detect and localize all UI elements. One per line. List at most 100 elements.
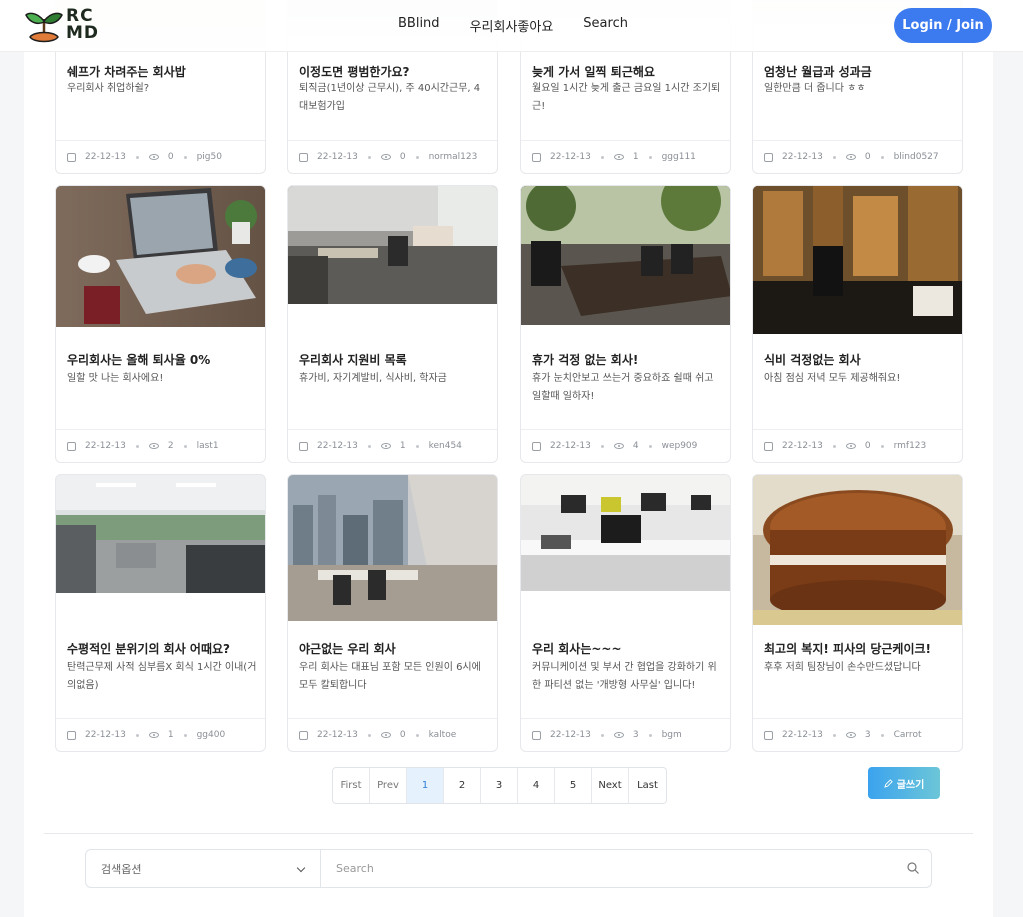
post-views: 1	[399, 441, 406, 451]
post-meta: 22-12-13 4 wep909	[521, 429, 730, 462]
post-description: 아침 점심 저녁 모두 제공해줘요!	[764, 373, 901, 384]
logo[interactable]: RC MD	[24, 4, 110, 46]
post-meta: 22-12-13 3 Carrot	[753, 718, 962, 751]
post-card[interactable]: 식비 걱정없는 회사 아침 점심 저녁 모두 제공해줘요! 22-12-13 0…	[752, 185, 963, 463]
post-author: ken454	[428, 441, 462, 451]
post-card[interactable]: 휴가 걱정 없는 회사! 휴가 눈치안보고 쓰는거 중요하죠 쉴때 쉬고 일할때…	[520, 185, 731, 463]
post-views: 4	[632, 441, 639, 451]
post-views: 1	[632, 152, 639, 162]
search-option-select[interactable]: 검색옵션	[86, 850, 321, 887]
eye-icon	[380, 154, 391, 160]
post-description: 휴가 눈치안보고 쓰는거 중요하죠 쉴때 쉬고 일할때 일하자!	[532, 373, 714, 402]
post-title: 우리회사 지원비 목록	[299, 353, 407, 367]
post-date: 22-12-13	[782, 730, 823, 740]
post-meta: 22-12-13 1 ggg111	[521, 140, 730, 173]
login-join-button[interactable]: Login / Join	[894, 8, 992, 43]
page-4[interactable]: 4	[518, 768, 555, 803]
post-card[interactable]: 우리회사 지원비 목록 휴가비, 자기계발비, 식사비, 학자금 22-12-1…	[287, 185, 498, 463]
post-card[interactable]: 우리 회사는~~~ 커뮤니케이션 및 부서 간 협업을 강화하기 위한 파티션 …	[520, 474, 731, 752]
post-date: 22-12-13	[317, 730, 358, 740]
page-last[interactable]: Last	[629, 768, 666, 803]
post-date: 22-12-13	[782, 152, 823, 162]
calendar-icon	[764, 441, 773, 451]
calendar-icon	[532, 441, 541, 451]
post-meta: 22-12-13 0 blind0527	[753, 140, 962, 173]
eye-icon	[148, 732, 159, 738]
post-author: bgm	[661, 730, 682, 740]
post-card[interactable]: 야근없는 우리 회사 우리 회사는 대표님 포함 모든 인원이 6시에 모두 칼…	[287, 474, 498, 752]
nav-good-company[interactable]: 우리회사좋아요	[470, 16, 554, 35]
eye-icon	[845, 154, 856, 160]
post-description: 퇴직금(1년이상 근무시), 주 40시간근무, 4대보험가입	[299, 83, 481, 112]
nav-search[interactable]: Search	[583, 16, 628, 35]
post-meta: 22-12-13 0 normal123	[288, 140, 497, 173]
calendar-icon	[299, 441, 308, 451]
eye-icon	[380, 443, 391, 449]
page-first[interactable]: First	[333, 768, 370, 803]
post-thumbnail	[288, 186, 497, 304]
eye-icon	[613, 443, 624, 449]
top-navbar: RC MD BBlind 우리회사좋아요 Search Login / Join	[0, 0, 1023, 52]
post-description: 일할 맛 나는 회사에요!	[67, 373, 164, 384]
post-thumbnail	[521, 186, 730, 325]
night-office-photo	[753, 186, 962, 334]
post-author: rmf123	[893, 441, 927, 451]
write-post-label: 글쓰기	[896, 779, 925, 791]
post-description: 일한만큼 더 줍니다 ㅎㅎ	[764, 83, 866, 94]
post-author: wep909	[661, 441, 698, 451]
calendar-icon	[67, 730, 76, 740]
post-thumbnail	[56, 186, 265, 327]
meeting-room-photo	[521, 186, 730, 325]
post-description: 우리회사 취업하쉴?	[67, 83, 150, 94]
post-author: gg400	[196, 730, 226, 740]
search-option-label: 검색옵션	[101, 862, 142, 876]
post-card[interactable]: 우리회사는 올해 퇴사율 0% 일할 맛 나는 회사에요! 22-12-13 2…	[55, 185, 266, 463]
post-meta: 22-12-13 2 last1	[56, 429, 265, 462]
post-description: 커뮤니케이션 및 부서 간 협업을 강화하기 위한 파티션 없는 '개방형 사무…	[532, 662, 717, 691]
calendar-icon	[764, 152, 773, 162]
eye-icon	[845, 732, 856, 738]
post-title: 최고의 복지! 피사의 당근케이크!	[764, 642, 931, 656]
post-title: 쉐프가 차려주는 회사밥	[67, 65, 186, 79]
search-bar: 검색옵션	[85, 849, 932, 888]
divider	[44, 833, 973, 834]
page-3[interactable]: 3	[481, 768, 518, 803]
post-title: 야근없는 우리 회사	[299, 642, 396, 656]
post-views: 0	[399, 730, 406, 740]
nav-bblind[interactable]: BBlind	[398, 16, 440, 35]
eye-icon	[380, 732, 391, 738]
post-card[interactable]: 최고의 복지! 피사의 당근케이크! 후후 저희 팀장님이 손수만드셨답니다 2…	[752, 474, 963, 752]
write-post-button[interactable]: 글쓰기	[868, 767, 940, 799]
post-description: 탄력근무제 사적 심부름X 회식 1시간 이내(거의없음)	[67, 662, 257, 691]
post-author: blind0527	[893, 152, 939, 162]
eye-icon	[613, 732, 624, 738]
post-title: 수평적인 분위기의 회사 어때요?	[67, 642, 231, 656]
post-views: 3	[632, 730, 639, 740]
post-description: 월요일 1시간 늦게 출근 금요일 1시간 조기퇴근!	[532, 83, 721, 112]
post-thumbnail	[753, 475, 962, 625]
page-5[interactable]: 5	[555, 768, 592, 803]
sprout-logo-icon	[25, 12, 63, 43]
calendar-icon	[299, 152, 308, 162]
post-date: 22-12-13	[317, 152, 358, 162]
search-icon[interactable]	[907, 862, 919, 874]
post-views: 0	[864, 152, 871, 162]
page-next[interactable]: Next	[592, 768, 629, 803]
post-date: 22-12-13	[85, 730, 126, 740]
post-title: 엄청난 월급과 성과금	[764, 65, 872, 79]
calendar-icon	[299, 730, 308, 740]
page-2[interactable]: 2	[444, 768, 481, 803]
post-meta: 22-12-13 0 kaltoe	[288, 718, 497, 751]
laptop-desk-photo	[56, 186, 265, 327]
search-input[interactable]	[321, 850, 931, 887]
post-views: 3	[864, 730, 871, 740]
page-prev[interactable]: Prev	[370, 768, 407, 803]
post-description: 우리 회사는 대표님 포함 모든 인원이 6시에 모두 칼퇴합니다	[299, 662, 481, 691]
post-meta: 22-12-13 1 ken454	[288, 429, 497, 462]
logo-text: RC MD	[66, 6, 100, 43]
post-card[interactable]: 수평적인 분위기의 회사 어때요? 탄력근무제 사적 심부름X 회식 1시간 이…	[55, 474, 266, 752]
post-author: ggg111	[661, 152, 696, 162]
post-meta: 22-12-13 3 bgm	[521, 718, 730, 751]
page-1[interactable]: 1	[407, 768, 444, 803]
post-title: 우리 회사는~~~	[532, 642, 622, 656]
